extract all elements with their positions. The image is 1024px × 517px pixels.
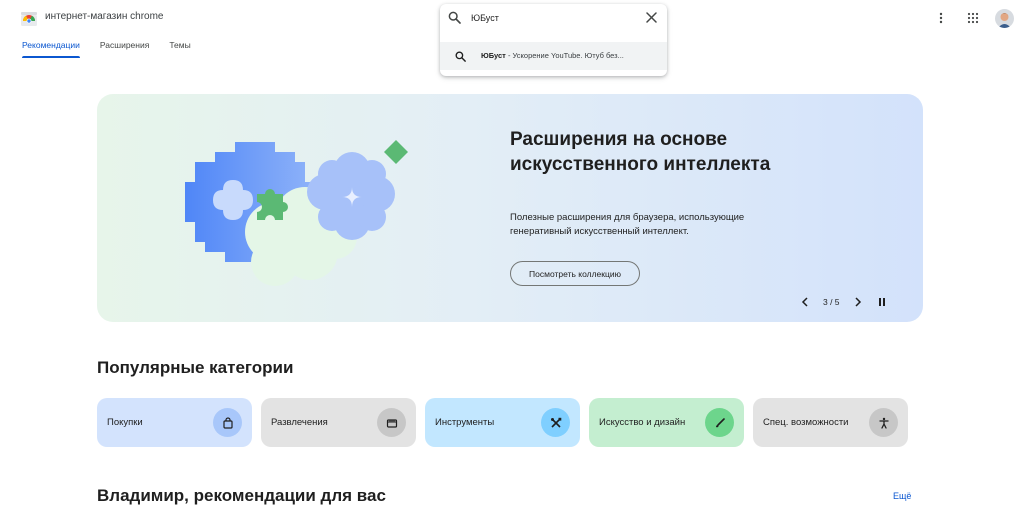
tools-icon bbox=[541, 408, 570, 437]
category-label: Развлечения bbox=[271, 417, 328, 428]
accessibility-icon bbox=[869, 408, 898, 437]
more-link[interactable]: Ещё bbox=[893, 491, 911, 501]
suggestion-match: ЮБуст bbox=[481, 51, 506, 60]
main-tabs: Рекомендации Расширения Темы bbox=[22, 40, 211, 58]
tab-recommendations[interactable]: Рекомендации bbox=[22, 40, 80, 58]
avatar[interactable] bbox=[995, 8, 1014, 28]
movie-icon bbox=[377, 408, 406, 437]
popular-categories-title: Популярные категории bbox=[97, 358, 294, 377]
search-icon bbox=[448, 11, 461, 24]
chevron-right-icon[interactable] bbox=[850, 294, 866, 310]
search-row bbox=[440, 4, 667, 32]
store-title[interactable]: интернет-магазин chrome bbox=[45, 11, 164, 22]
search-icon bbox=[455, 51, 466, 62]
chevron-left-icon[interactable] bbox=[797, 294, 813, 310]
category-shopping[interactable]: Покупки bbox=[97, 398, 252, 447]
close-icon[interactable] bbox=[646, 12, 657, 23]
header-actions bbox=[931, 8, 1014, 28]
brush-icon bbox=[705, 408, 734, 437]
shopping-bag-icon bbox=[213, 408, 242, 437]
category-label: Инструменты bbox=[435, 417, 495, 428]
chrome-web-store-logo[interactable] bbox=[20, 9, 38, 27]
category-art-design[interactable]: Искусство и дизайн bbox=[589, 398, 744, 447]
category-tools[interactable]: Инструменты bbox=[425, 398, 580, 447]
category-accessibility[interactable]: Спец. возможности bbox=[753, 398, 908, 447]
hero-description: Полезные расширения для браузера, исполь… bbox=[510, 212, 745, 237]
search-suggestion[interactable]: ЮБуст - Ускорение YouTube. Ютуб без... bbox=[440, 42, 667, 70]
category-label: Спец. возможности bbox=[763, 417, 849, 428]
recommendations-title: Владимир, рекомендации для вас bbox=[97, 486, 386, 505]
category-label: Искусство и дизайн bbox=[599, 417, 686, 428]
suggestion-text: ЮБуст - Ускорение YouTube. Ютуб без... bbox=[481, 51, 624, 60]
search-input[interactable] bbox=[471, 10, 631, 26]
search-box: ЮБуст - Ускорение YouTube. Ютуб без... bbox=[440, 4, 667, 76]
category-label: Покупки bbox=[107, 417, 143, 428]
pause-icon[interactable] bbox=[874, 294, 890, 310]
hero-title: Расширения на основе искусственного инте… bbox=[510, 129, 771, 175]
chrome-web-store-page: интернет-магазин chrome Рекомендации Рас… bbox=[0, 0, 1024, 517]
view-collection-button[interactable]: Посмотреть коллекцию bbox=[510, 261, 640, 286]
categories-list: Покупки Развлечения Инструменты Искусств… bbox=[97, 398, 908, 447]
more-vert-icon[interactable] bbox=[931, 8, 951, 28]
apps-grid-icon[interactable] bbox=[963, 8, 983, 28]
tab-themes[interactable]: Темы bbox=[169, 40, 190, 58]
category-entertainment[interactable]: Развлечения bbox=[261, 398, 416, 447]
carousel-controls: 3 / 5 bbox=[797, 294, 890, 310]
carousel-counter: 3 / 5 bbox=[823, 297, 840, 307]
ai-extensions-illustration bbox=[185, 140, 408, 286]
hero-carousel: Расширения на основе искусственного инте… bbox=[97, 94, 923, 322]
suggestion-rest: - Ускорение YouTube. Ютуб без... bbox=[505, 51, 624, 60]
tab-extensions[interactable]: Расширения bbox=[100, 40, 149, 58]
